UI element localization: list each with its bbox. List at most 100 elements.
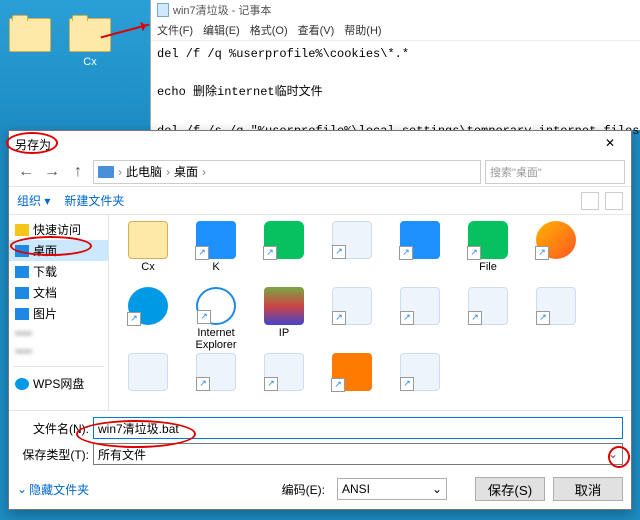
notepad-title-text: win7清垃圾 - 记事本 xyxy=(173,2,271,18)
file-item[interactable]: IP xyxy=(251,287,317,349)
file-item[interactable] xyxy=(523,287,589,349)
file-icon xyxy=(536,287,576,325)
file-item[interactable] xyxy=(387,221,453,283)
sidebar-item[interactable]: 桌面 xyxy=(9,240,108,261)
sidebar-divider xyxy=(13,366,104,367)
file-icon xyxy=(332,221,372,259)
sidebar-item-blurred[interactable]: ▪▪▪▪ xyxy=(9,342,108,360)
cloud-icon xyxy=(15,378,29,390)
file-item[interactable] xyxy=(183,353,249,410)
file-icon xyxy=(468,221,508,259)
file-item[interactable] xyxy=(251,353,317,410)
close-button[interactable]: ✕ xyxy=(595,134,625,154)
search-input[interactable]: 搜索"桌面" xyxy=(485,160,625,184)
menu-edit[interactable]: 编辑(E) xyxy=(203,22,240,38)
sidebar-item[interactable]: 文档 xyxy=(9,282,108,303)
sidebar-label: 快速访问 xyxy=(33,221,81,238)
sidebar-item[interactable]: 下载 xyxy=(9,261,108,282)
file-icon xyxy=(264,353,304,391)
file-item[interactable] xyxy=(523,221,589,283)
desktop-folder-icon[interactable] xyxy=(0,18,60,56)
file-item[interactable] xyxy=(115,353,181,410)
pc-icon xyxy=(98,166,114,178)
filetype-value: 所有文件 xyxy=(98,446,146,463)
notepad-titlebar: win7清垃圾 - 记事本 xyxy=(151,0,640,20)
back-button[interactable]: ← xyxy=(15,161,37,183)
encoding-combo[interactable]: ANSI ⌄ xyxy=(337,478,447,500)
file-item[interactable] xyxy=(319,221,385,283)
folder-icon xyxy=(9,18,51,52)
folder-icon xyxy=(15,308,29,320)
encoding-label: 编码(E): xyxy=(282,481,325,498)
file-label: Cx xyxy=(115,261,181,273)
hide-folders-label: 隐藏文件夹 xyxy=(29,481,89,498)
filename-input[interactable] xyxy=(93,417,623,439)
file-item[interactable]: File xyxy=(455,221,521,283)
menu-view[interactable]: 查看(V) xyxy=(298,22,335,38)
address-row: ← → ↑ › 此电脑 › 桌面 › 搜索"桌面" xyxy=(9,157,631,187)
menu-file[interactable]: 文件(F) xyxy=(157,22,193,38)
forward-button[interactable]: → xyxy=(41,161,63,183)
dialog-titlebar: 另存为 ✕ xyxy=(9,131,631,157)
folder-icon xyxy=(15,245,29,257)
star-icon xyxy=(15,224,29,236)
sidebar-quick-access[interactable]: 快速访问 xyxy=(9,219,108,240)
file-icon xyxy=(332,353,372,391)
file-label: K xyxy=(183,261,249,273)
desktop-background: Cx xyxy=(0,0,150,130)
file-item[interactable] xyxy=(319,287,385,349)
file-item[interactable] xyxy=(319,353,385,410)
organize-button[interactable]: 组织 ▾ xyxy=(17,192,50,209)
file-item[interactable] xyxy=(251,221,317,283)
notepad-icon xyxy=(157,3,169,17)
file-icon xyxy=(196,221,236,259)
breadcrumb-root[interactable]: 此电脑 xyxy=(126,163,162,180)
hide-folders-link[interactable]: ⌄ 隐藏文件夹 xyxy=(17,481,89,498)
breadcrumb-sep: › xyxy=(166,165,170,179)
cancel-button[interactable]: 取消 xyxy=(553,477,623,501)
chevron-down-icon: ⌄ xyxy=(17,482,27,496)
file-item[interactable] xyxy=(115,287,181,349)
help-icon[interactable] xyxy=(605,192,623,210)
save-as-dialog: 另存为 ✕ ← → ↑ › 此电脑 › 桌面 › 搜索"桌面" 组织 ▾ 新建文… xyxy=(8,130,632,510)
menu-format[interactable]: 格式(O) xyxy=(250,22,288,38)
file-item[interactable] xyxy=(387,353,453,410)
sidebar-wps[interactable]: WPS网盘 xyxy=(9,373,108,394)
file-icon xyxy=(400,353,440,391)
address-bar[interactable]: › 此电脑 › 桌面 › xyxy=(93,160,481,184)
file-icon xyxy=(400,287,440,325)
file-icon xyxy=(332,287,372,325)
sidebar-item[interactable]: 图片 xyxy=(9,303,108,324)
breadcrumb-folder[interactable]: 桌面 xyxy=(174,163,198,180)
file-item[interactable] xyxy=(387,287,453,349)
save-button[interactable]: 保存(S) xyxy=(475,477,545,501)
file-label: Internet Explorer xyxy=(183,327,249,351)
new-folder-button[interactable]: 新建文件夹 xyxy=(64,192,124,209)
sidebar-label: WPS网盘 xyxy=(33,375,84,392)
sidebar: 快速访问 桌面下载文档图片 ▪▪▪▪ ▪▪▪▪ WPS网盘 xyxy=(9,215,109,410)
file-icon xyxy=(128,353,168,391)
desktop-folder-icon[interactable]: Cx xyxy=(60,18,120,68)
filetype-combo[interactable]: 所有文件 ⌄ xyxy=(93,443,623,465)
view-icon[interactable] xyxy=(581,192,599,210)
file-item[interactable]: Internet Explorer xyxy=(183,287,249,349)
file-grid[interactable]: CxK File Internet ExplorerIP xyxy=(109,215,631,410)
toolbar-row: 组织 ▾ 新建文件夹 xyxy=(9,187,631,215)
file-icon xyxy=(400,221,440,259)
up-button[interactable]: ↑ xyxy=(67,161,89,183)
file-item[interactable] xyxy=(455,287,521,349)
file-icon xyxy=(196,287,236,325)
file-icon xyxy=(536,221,576,259)
file-item[interactable]: K xyxy=(183,221,249,283)
folder-icon xyxy=(15,266,29,278)
menu-help[interactable]: 帮助(H) xyxy=(344,22,381,38)
bottom-panel: 文件名(N): 保存类型(T): 所有文件 ⌄ xyxy=(9,410,631,473)
search-placeholder: 搜索"桌面" xyxy=(490,164,542,180)
sidebar-item-label: 文档 xyxy=(33,284,57,301)
sidebar-item-label: 桌面 xyxy=(33,242,57,259)
file-item[interactable]: Cx xyxy=(115,221,181,283)
desktop-icon-label: Cx xyxy=(83,56,96,68)
breadcrumb-sep: › xyxy=(118,165,122,179)
sidebar-item-blurred[interactable]: ▪▪▪▪ xyxy=(9,324,108,342)
filetype-label: 保存类型(T): xyxy=(17,446,89,463)
